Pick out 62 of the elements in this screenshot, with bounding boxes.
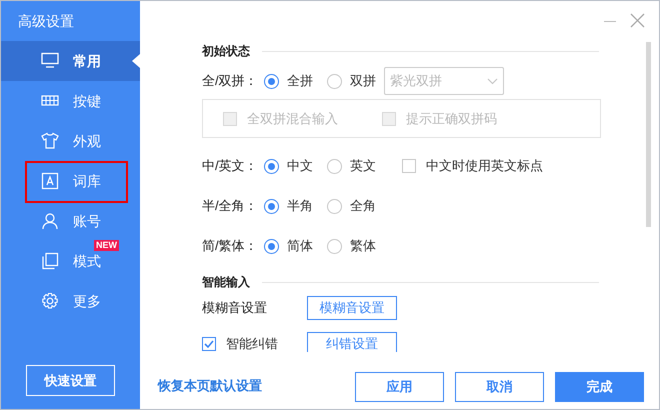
shirt-icon [41,132,59,150]
sidebar-item[interactable]: 常用 [1,41,140,81]
radio-button[interactable] [264,74,279,88]
radio-button[interactable] [264,198,279,214]
radio-button[interactable] [264,238,279,254]
chevron-down-icon [487,78,498,84]
gear-icon [41,292,59,310]
row-label: 半/全角： [202,197,259,216]
option-label: 中文 [287,157,313,176]
section-heading: 初始状态 [202,43,250,60]
checkbox[interactable] [202,337,216,351]
sidebar-label: 更多 [73,292,101,310]
dialog-button[interactable]: 应用 [355,372,444,402]
letter-a-icon [41,172,59,190]
sidebar-item[interactable]: 按键 [1,81,140,121]
quick-setup-button[interactable]: 快速设置 [26,365,115,396]
row-label: 简/繁体： [202,237,259,256]
restore-defaults-link[interactable]: 恢复本页默认设置 [158,376,262,396]
radio-button[interactable] [327,238,342,254]
new-badge: NEW [94,240,119,251]
sidebar-item[interactable]: 外观 [1,121,140,161]
done-button[interactable]: 完成 [555,372,644,402]
window-title: 高级设置 [17,12,75,31]
checkbox[interactable] [402,159,416,173]
radio-button[interactable] [327,74,342,88]
sidebar-label: 账号 [73,212,101,230]
monitor-icon [41,52,59,70]
checkbox-label: 智能纠错 [226,335,278,352]
checkbox-label: 中文时使用英文标点 [426,157,543,176]
option-label: 全角 [350,197,376,216]
sidebar-label: 按键 [73,92,101,110]
dialog-button[interactable]: 取消 [455,372,544,402]
option-label: 半角 [287,197,313,216]
scrollbar[interactable] [646,42,651,227]
sidebar-label: 词库 [73,172,101,190]
option-label: 全拼 [287,72,313,90]
row-label: 全/双拼： [202,72,259,90]
layers-icon [41,252,59,270]
option-label: 双拼 [350,72,376,90]
sidebar-item[interactable]: 账号 [1,201,140,241]
radio-button[interactable] [327,158,342,174]
sidebar-label: 常用 [73,52,101,70]
settings-button[interactable]: 模糊音设置 [307,296,397,320]
person-icon [41,212,59,230]
radio-button[interactable] [264,158,279,174]
radio-button[interactable] [327,198,342,214]
sidebar-item[interactable]: 更多 [1,281,140,321]
sidebar-item[interactable]: 词库 [1,161,140,201]
checkbox-label: 提示正确双拼码 [406,110,497,128]
option-label: 繁体 [350,237,376,256]
row-label: 中/英文： [202,157,259,176]
sidebar-item[interactable]: NEW 模式 [1,241,140,281]
row-label: 模糊音设置 [202,299,267,318]
sidebar-label: 模式 [73,252,101,270]
settings-button[interactable]: 纠错设置 [307,332,397,352]
option-label: 英文 [350,157,376,176]
pointer-icon [132,54,140,68]
checkbox-label: 全双拼混合输入 [247,110,338,128]
option-label: 简体 [287,237,313,256]
close-icon[interactable] [630,13,645,28]
section-heading: 智能输入 [202,274,250,291]
sidebar-label: 外观 [73,132,101,150]
